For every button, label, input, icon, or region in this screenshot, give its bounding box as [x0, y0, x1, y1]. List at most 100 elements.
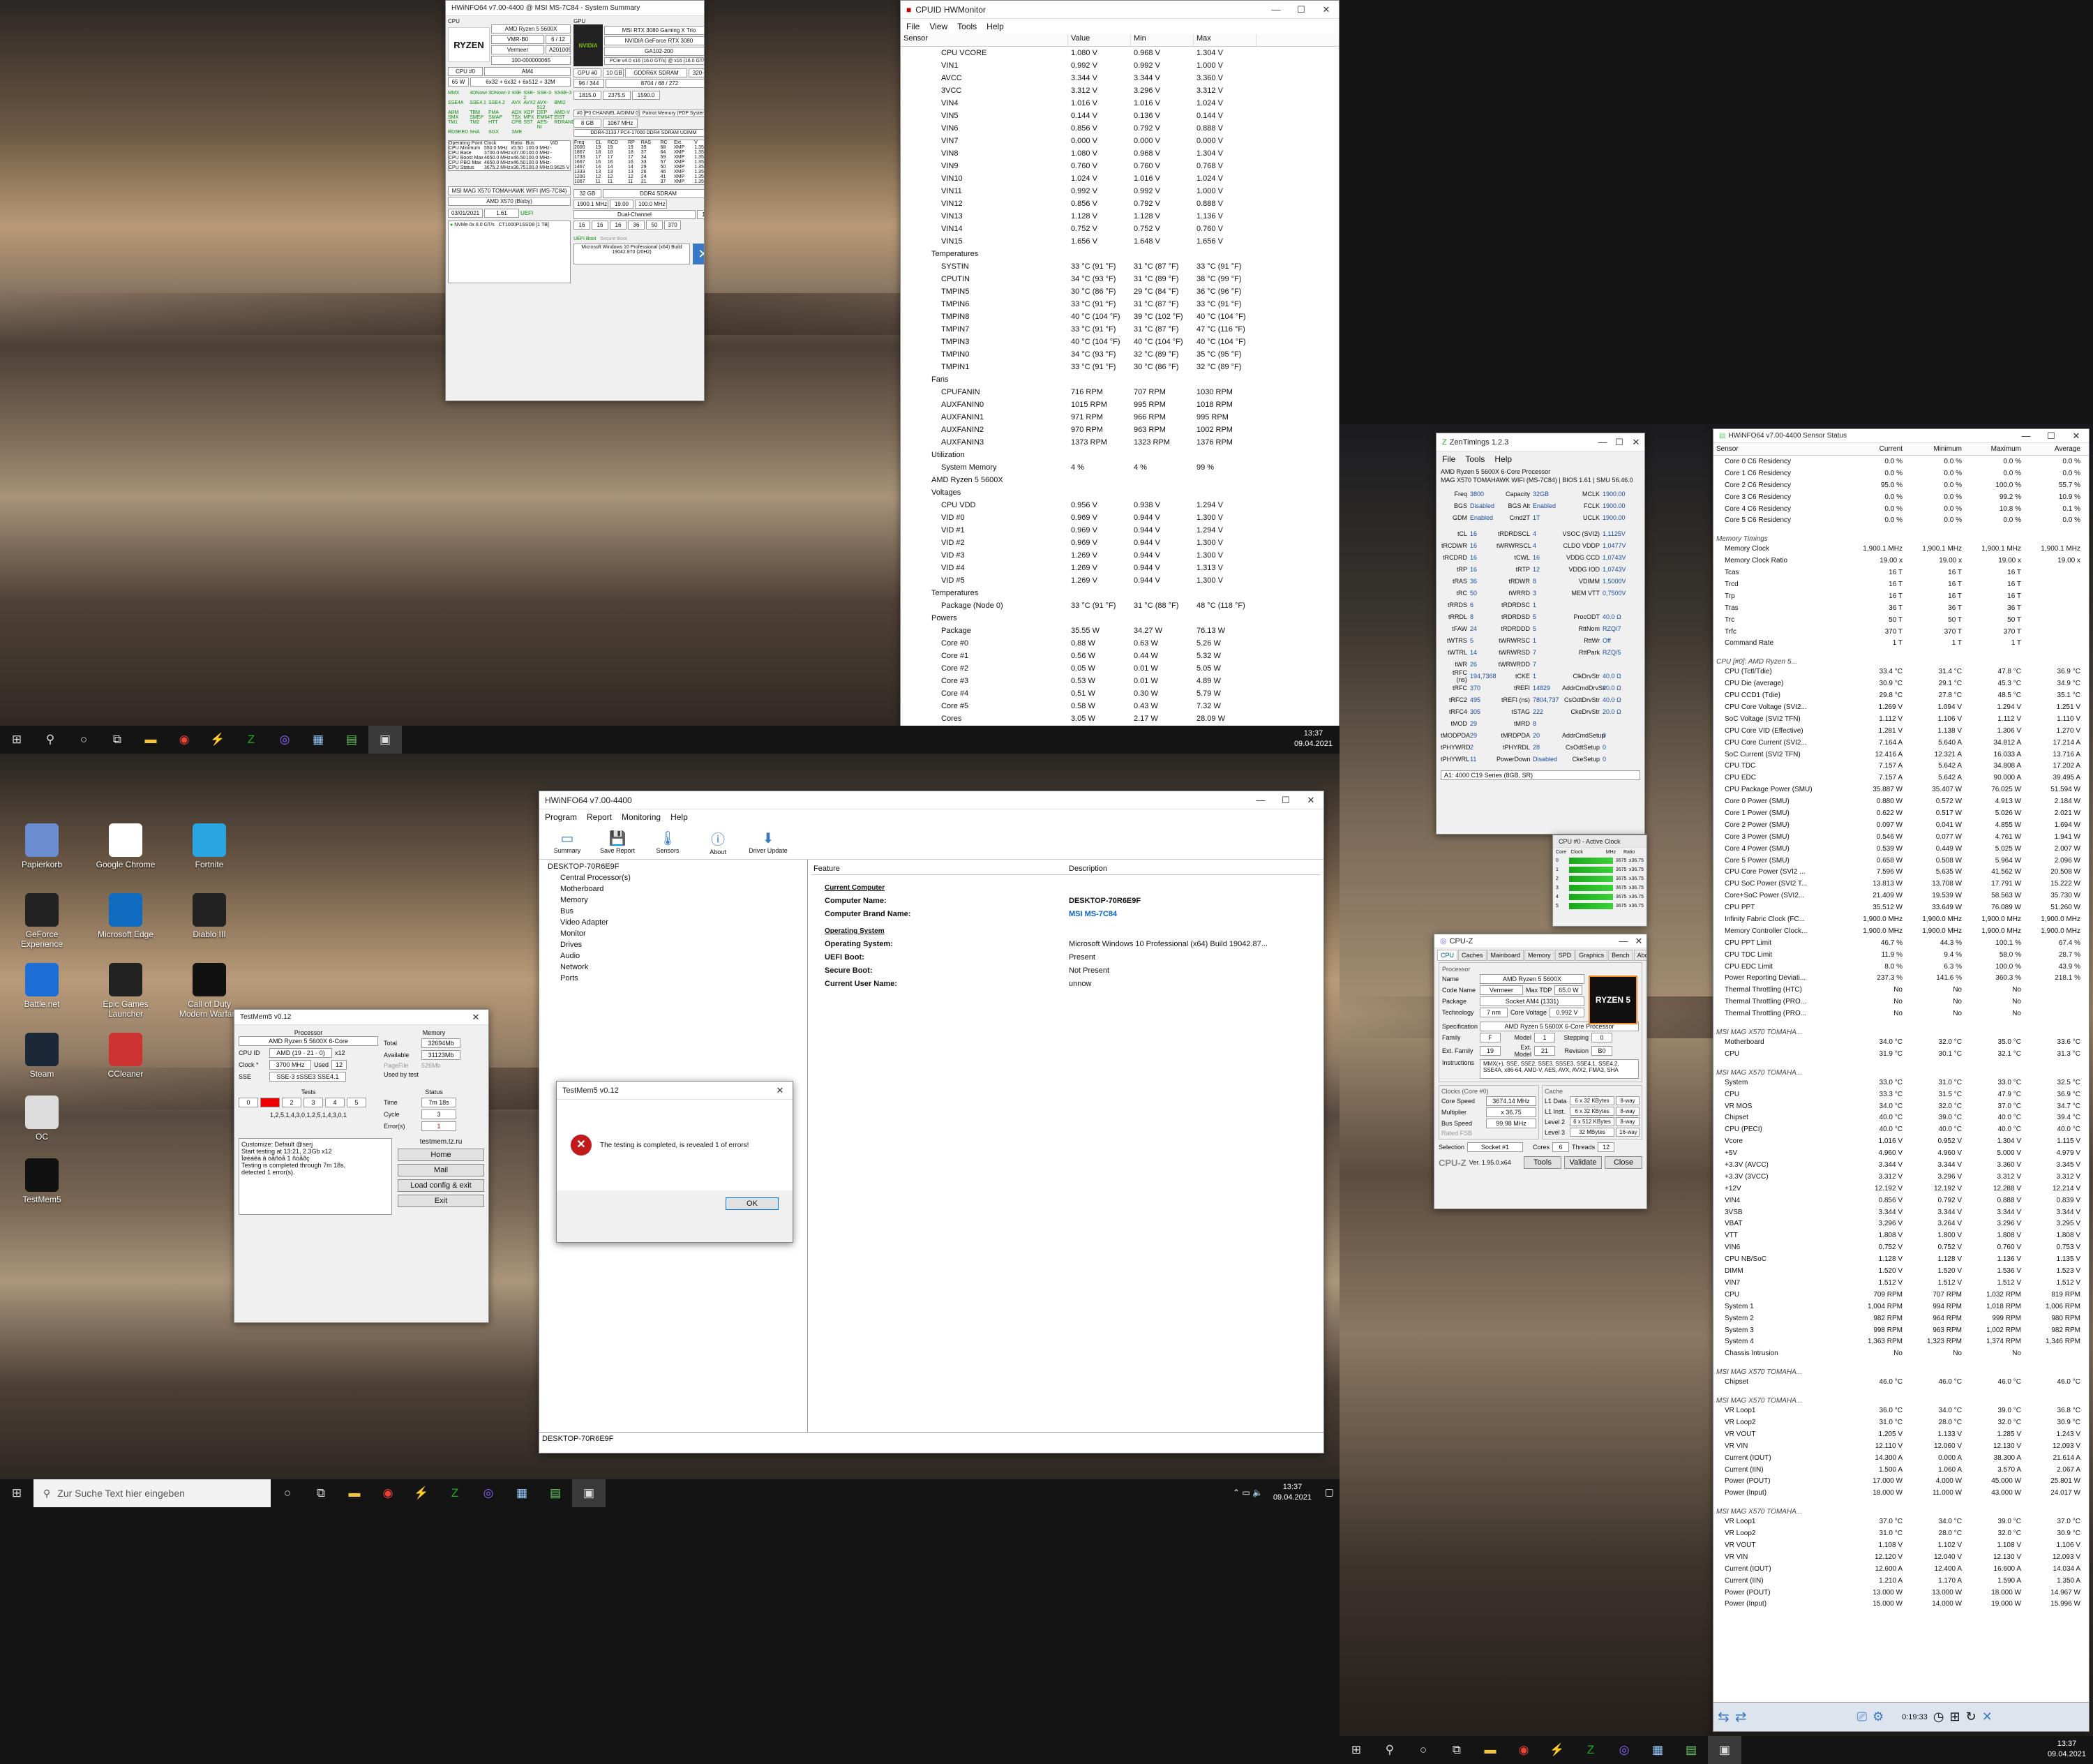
tree-item[interactable]: Audio [545, 952, 802, 963]
cpuz-tab[interactable]: Mainboard [1487, 950, 1524, 961]
menu-item[interactable]: Monitoring [622, 812, 661, 822]
close-button[interactable]: ✕ [1628, 437, 1644, 448]
menu-item[interactable]: Program [545, 812, 577, 822]
minimize-button[interactable]: — [1263, 4, 1289, 15]
search-icon[interactable]: ⚲ [1373, 1736, 1406, 1764]
cortana-icon[interactable]: ○ [67, 726, 100, 754]
ok-button[interactable]: OK [726, 1197, 779, 1210]
desktop-icon[interactable]: GeForce Experience [7, 893, 77, 949]
testmem-task-icon[interactable]: ▦ [1641, 1736, 1674, 1764]
zentimings-task-icon[interactable]: Z [234, 726, 268, 754]
menu-item[interactable]: View [929, 22, 947, 31]
desktop-icon[interactable]: TestMem5 [7, 1158, 77, 1204]
search-box[interactable]: ⚲ Zur Suche Text hier eingeben [33, 1479, 271, 1507]
tree-item[interactable]: Bus [545, 907, 802, 918]
column-header[interactable]: Max [1194, 34, 1256, 46]
start-button[interactable]: ⊞ [0, 1479, 33, 1507]
close-button[interactable]: ✕ [2064, 431, 2089, 442]
cpuz-tab[interactable]: Bench [1608, 950, 1633, 961]
close-icon[interactable]: ✕ [693, 244, 704, 264]
task-view-icon[interactable]: ⧉ [1440, 1736, 1473, 1764]
cpuz-task-icon[interactable]: ◎ [1607, 1736, 1641, 1764]
hwinfo-sensors-task-icon[interactable]: ▣ [1708, 1736, 1741, 1764]
tree-item[interactable]: Memory [545, 896, 802, 907]
testmem-task-icon[interactable]: ▦ [505, 1479, 539, 1507]
hwinfo-task-icon[interactable]: ▤ [1674, 1736, 1708, 1764]
gpu-select[interactable]: GPU #0 [573, 68, 601, 77]
exit-button[interactable]: Exit [398, 1195, 484, 1207]
desktop-icon[interactable]: CCleaner [91, 1033, 160, 1079]
column-header[interactable]: Min [1131, 34, 1194, 46]
maximize-button[interactable]: ☐ [1611, 437, 1628, 448]
cpuz-tab[interactable]: Memory [1524, 950, 1554, 961]
menu-item[interactable]: Tools [1465, 454, 1485, 464]
tree-item[interactable]: Monitor [545, 929, 802, 941]
back-arrow-icon[interactable]: ⇆ [1718, 1708, 1730, 1726]
toolbar-button[interactable]: ⓘ About [696, 828, 740, 855]
column-header[interactable]: Average [2024, 445, 2083, 453]
zentimings-task-icon[interactable]: Z [438, 1479, 472, 1507]
explorer-icon[interactable]: ▬ [134, 726, 167, 754]
tree-item[interactable]: Motherboard [545, 885, 802, 896]
memory-module-select[interactable]: #0 [P0 CHANNEL A/DIMM 0]: Patriot Memory… [573, 110, 704, 117]
close-icon[interactable]: ✕ [1982, 1710, 1993, 1724]
menu-item[interactable]: File [906, 22, 920, 31]
explorer-icon[interactable]: ▬ [338, 1479, 371, 1507]
tools-button[interactable]: Tools [1524, 1156, 1561, 1169]
minimize-button[interactable]: — [1248, 795, 1273, 805]
desktop-icon[interactable]: Battle.net [7, 963, 77, 1009]
menu-item[interactable]: Help [987, 22, 1004, 31]
column-header[interactable]: Sensor [1713, 445, 1846, 453]
cpuz-task-icon[interactable]: ◎ [472, 1479, 505, 1507]
column-header[interactable]: Value [1068, 34, 1131, 46]
menu-item[interactable]: Help [670, 812, 688, 822]
hwinfo-sensors-task-icon[interactable]: ▣ [368, 726, 402, 754]
toolbar-button[interactable]: 💾 Save Report [595, 830, 640, 854]
start-button[interactable]: ⊞ [0, 726, 33, 754]
hwmonitor-task-icon[interactable]: ⚡ [1540, 1736, 1574, 1764]
forward-arrow-icon[interactable]: ⇄ [1735, 1708, 1747, 1726]
maximize-button[interactable]: ☐ [1273, 795, 1298, 806]
hwinfo-task-icon[interactable]: ▤ [539, 1479, 572, 1507]
close-button[interactable]: ✕ [1298, 795, 1323, 806]
close-button[interactable]: ✕ [767, 1085, 793, 1096]
tray-icons[interactable]: ⌃ ▭ 🔈 [1233, 1488, 1263, 1497]
cpuz-tab[interactable]: About [1633, 950, 1646, 961]
maximize-button[interactable]: ☐ [2039, 431, 2064, 442]
cpu-select[interactable]: CPU #0 [448, 67, 483, 76]
close-button[interactable]: ✕ [1314, 4, 1339, 15]
cpuz-task-icon[interactable]: ◎ [268, 726, 301, 754]
menu-item[interactable]: Tools [957, 22, 977, 31]
cpuz-tab[interactable]: Caches [1458, 950, 1487, 961]
hwmonitor-task-icon[interactable]: ⚡ [405, 1479, 438, 1507]
tree-item[interactable]: Central Processor(s) [545, 874, 802, 885]
cortana-icon[interactable]: ○ [271, 1479, 304, 1507]
cpuz-tab[interactable]: SPD [1554, 950, 1575, 961]
explorer-icon[interactable]: ▬ [1473, 1736, 1507, 1764]
chrome-icon[interactable]: ◉ [371, 1479, 405, 1507]
minimize-button[interactable]: — [1616, 936, 1631, 946]
tree-item[interactable]: Video Adapter [545, 918, 802, 929]
cpuz-tab[interactable]: CPU [1437, 950, 1458, 961]
tree-item[interactable]: DESKTOP-70R6E9F [545, 862, 802, 874]
maximize-button[interactable]: ☐ [1289, 4, 1314, 15]
minimize-button[interactable]: — [1594, 437, 1611, 447]
chrome-icon[interactable]: ◉ [167, 726, 201, 754]
add-icon[interactable]: ⊞ [1950, 1710, 1960, 1724]
memory-profile-select[interactable]: A1: 4000 C19 Series (8GB, SR) [1441, 770, 1640, 780]
settings-icon[interactable]: ⚙ [1873, 1710, 1884, 1724]
column-header[interactable]: Minimum [1905, 445, 1965, 453]
desktop-icon[interactable]: Steam [7, 1033, 77, 1079]
close-button[interactable]: ✕ [1631, 936, 1646, 947]
mail-button[interactable]: Mail [398, 1164, 484, 1176]
start-button[interactable]: ⊞ [1340, 1736, 1373, 1764]
cortana-icon[interactable]: ○ [1406, 1736, 1440, 1764]
chrome-icon[interactable]: ◉ [1507, 1736, 1540, 1764]
network-icon[interactable]: ⎚ [1857, 1710, 1867, 1724]
desktop-icon[interactable]: Google Chrome [91, 823, 160, 869]
load-config-button[interactable]: Load config & exit [398, 1179, 484, 1192]
menu-item[interactable]: File [1442, 454, 1455, 464]
task-view-icon[interactable]: ⧉ [304, 1479, 338, 1507]
menu-item[interactable]: Report [587, 812, 612, 822]
toolbar-button[interactable]: ⬇ Driver Update [746, 830, 790, 854]
